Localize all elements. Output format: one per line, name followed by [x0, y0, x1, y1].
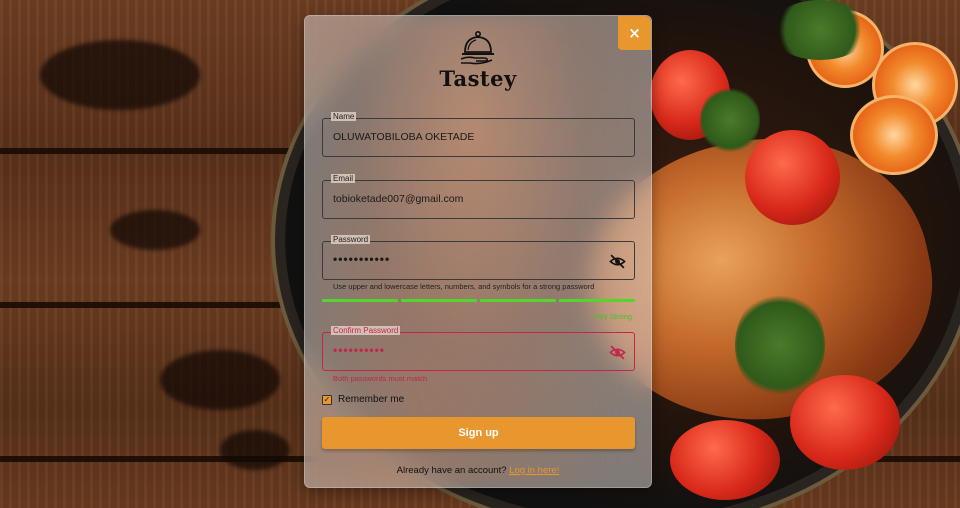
confirm-password-field[interactable]: Confirm Password •••••••••• — [322, 326, 635, 371]
confirm-password-label: Confirm Password — [331, 326, 401, 335]
orange-slice — [850, 95, 938, 175]
apple — [670, 420, 780, 500]
confirm-password-error: Both passwords must match — [333, 374, 428, 383]
login-prompt-text: Already have an account? — [396, 465, 510, 476]
herb-sprig — [770, 0, 870, 60]
wood-knot — [110, 210, 200, 250]
cloche-icon — [460, 30, 494, 65]
eye-off-icon[interactable] — [609, 253, 626, 270]
herb-sprig — [700, 85, 760, 155]
login-link[interactable]: Log in here! — [509, 465, 559, 476]
email-field[interactable]: Email tobioketade007@gmail.com — [322, 174, 635, 219]
strength-segment — [480, 299, 556, 302]
brand-header: Tastey — [305, 28, 651, 91]
confirm-password-input[interactable]: •••••••••• — [333, 343, 598, 357]
name-input[interactable]: OLUWATOBILOBA OKETADE — [333, 131, 598, 143]
herb-sprig — [735, 290, 825, 400]
strength-segment — [322, 299, 398, 302]
password-hint: Use upper and lowercase letters, numbers… — [333, 282, 595, 291]
remember-me-label: Remember me — [338, 394, 405, 405]
signup-modal: × Tastey Name OLUWATOBILOBA OKETADE Emai… — [304, 15, 652, 488]
password-field[interactable]: Password ••••••••••• — [322, 235, 635, 280]
password-strength-meter — [322, 299, 635, 302]
wood-knot — [160, 350, 280, 410]
remember-me-checkbox[interactable]: ✓ — [322, 394, 332, 405]
strength-segment — [401, 299, 477, 302]
name-field[interactable]: Name OLUWATOBILOBA OKETADE — [322, 112, 635, 157]
password-strength-label: Very Strong — [592, 312, 632, 321]
login-prompt: Already have an account? Log in here! — [305, 465, 651, 476]
email-label: Email — [331, 174, 356, 183]
name-label: Name — [331, 112, 357, 121]
remember-me[interactable]: ✓ Remember me — [322, 394, 404, 405]
email-input[interactable]: tobioketade007@gmail.com — [333, 193, 598, 205]
password-input[interactable]: ••••••••••• — [333, 252, 598, 266]
apple — [745, 130, 840, 225]
password-label: Password — [331, 235, 371, 244]
wood-knot — [40, 40, 200, 110]
wood-knot — [220, 430, 290, 470]
signup-button[interactable]: Sign up — [322, 417, 635, 449]
eye-off-icon[interactable] — [609, 344, 626, 361]
strength-segment — [559, 299, 635, 302]
brand-name: Tastey — [439, 66, 517, 91]
